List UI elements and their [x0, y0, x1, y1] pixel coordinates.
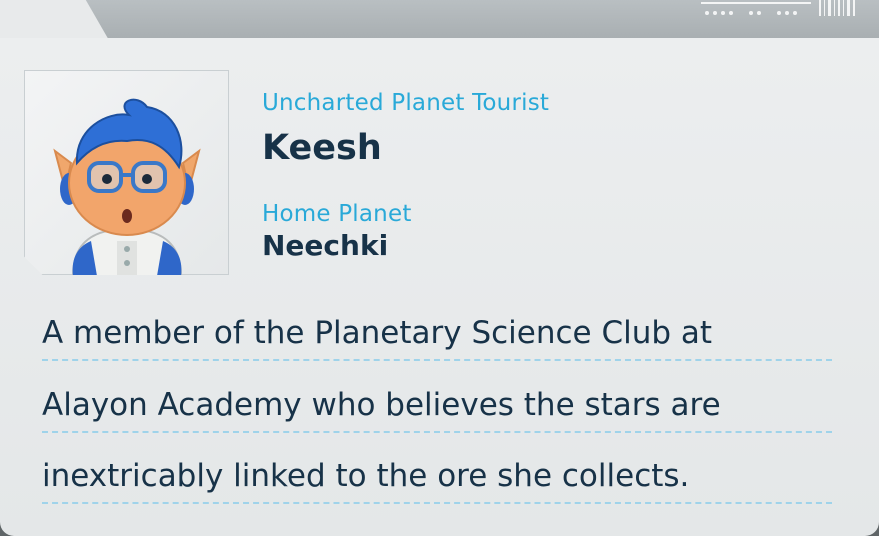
- description-line: inextricably linked to the ore she colle…: [42, 456, 832, 504]
- title-label: Uncharted Planet Tourist: [262, 90, 550, 116]
- top-tab: [0, 0, 110, 42]
- home-planet-value: Neechki: [262, 229, 389, 262]
- description-line: A member of the Planetary Science Club a…: [42, 313, 832, 361]
- character-name: Keesh: [262, 128, 382, 168]
- description-line: Alayon Academy who believes the stars ar…: [42, 385, 832, 433]
- top-bar: [0, 0, 879, 42]
- barcode-decoration: [701, 0, 855, 16]
- portrait-frame: [24, 70, 229, 275]
- home-planet-label: Home Planet: [262, 201, 412, 227]
- alien-character-portrait-icon: [53, 98, 201, 275]
